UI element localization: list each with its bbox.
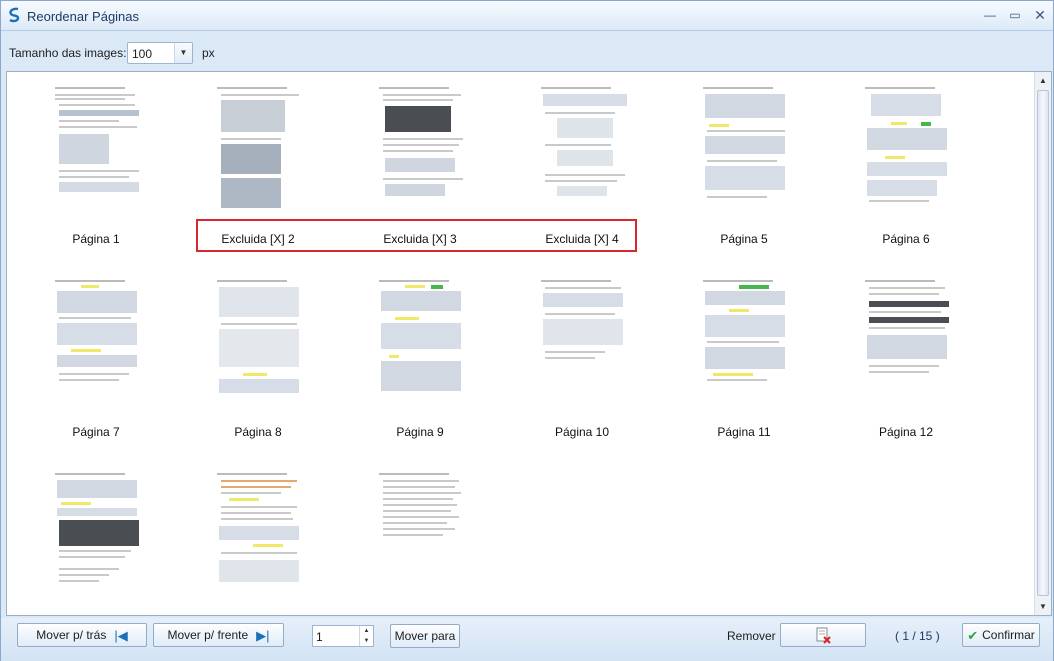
page-thumbnail-grid: Página 1 Excluida [X] 2 Excluida [X] 3 E… (6, 71, 1052, 616)
page-preview (51, 84, 147, 212)
page-label: Página 10 (554, 425, 610, 439)
page-preview (537, 84, 633, 212)
image-size-label: Tamanho das images: (9, 46, 127, 60)
page-preview (51, 470, 147, 598)
excluded-pages-highlight (196, 219, 637, 252)
page-number-stepper[interactable]: 1 ▲ ▼ (312, 625, 374, 647)
image-size-select[interactable]: 100 ▼ (127, 42, 193, 64)
remove-button[interactable] (780, 623, 866, 647)
move-forward-label: Mover p/ frente (167, 628, 249, 642)
scroll-up-icon[interactable]: ▲ (1035, 72, 1051, 89)
image-size-unit: px (202, 46, 215, 60)
page-thumbnail[interactable] (177, 464, 339, 615)
stepper-spin[interactable]: ▲ ▼ (359, 626, 373, 646)
page-label: Página 7 (72, 425, 120, 439)
maximize-icon[interactable]: ▭ (1006, 7, 1024, 23)
page-label: Página 8 (234, 425, 282, 439)
move-back-button[interactable]: Mover p/ trás |◀ (17, 623, 147, 647)
page-label: Página 9 (396, 425, 444, 439)
page-thumbnail[interactable]: Página 7 (15, 271, 177, 461)
window-title: Reordenar Páginas (27, 9, 140, 24)
bottom-action-bar: Mover p/ trás |◀ Mover p/ frente ▶| 1 ▲ ▼ … (1, 618, 1053, 661)
chevron-down-icon[interactable]: ▼ (174, 43, 192, 63)
toolbar: Tamanho das images: 100 ▼ px (1, 32, 1053, 70)
page-label: Página 5 (720, 232, 768, 246)
move-to-label: Mover para (394, 629, 456, 643)
page-preview (375, 84, 471, 212)
page-preview (861, 277, 957, 405)
page-thumbnail[interactable]: Página 5 (663, 78, 825, 268)
scroll-down-icon[interactable]: ▼ (1035, 598, 1051, 615)
page-thumbnail[interactable] (339, 464, 501, 615)
page-thumbnail[interactable]: Página 1 (15, 78, 177, 268)
page-thumbnail[interactable]: Página 6 (825, 78, 987, 268)
page-preview (375, 277, 471, 405)
confirm-button[interactable]: ✔ Confirmar (962, 623, 1040, 647)
move-back-label: Mover p/ trás (36, 628, 107, 642)
page-preview (861, 84, 957, 212)
vertical-scrollbar[interactable]: ▲ ▼ (1034, 72, 1051, 615)
page-thumbnail[interactable]: Página 9 (339, 271, 501, 461)
page-preview (51, 277, 147, 405)
move-to-button[interactable]: Mover para (390, 624, 460, 648)
page-preview (213, 470, 309, 598)
chevron-down-icon[interactable]: ▼ (360, 636, 373, 646)
confirm-label: Confirmar (982, 628, 1035, 642)
page-preview (699, 84, 795, 212)
page-thumbnail[interactable]: Página 8 (177, 271, 339, 461)
close-icon[interactable]: ✕ (1031, 7, 1049, 23)
page-label: Página 1 (72, 232, 120, 246)
remove-label: Remover (727, 629, 776, 643)
skip-forward-icon: ▶| (256, 627, 270, 643)
page-preview (699, 277, 795, 405)
page-preview (213, 84, 309, 212)
delete-page-icon (816, 627, 831, 644)
minimize-icon[interactable]: — (981, 7, 999, 23)
page-thumbnail[interactable]: Página 10 (501, 271, 663, 461)
page-preview (537, 277, 633, 405)
page-thumbnail[interactable]: Página 12 (825, 271, 987, 461)
checkmark-icon: ✔ (967, 627, 979, 643)
chevron-up-icon[interactable]: ▲ (360, 626, 373, 636)
page-number-value: 1 (316, 630, 323, 644)
page-thumbnail[interactable]: Página 11 (663, 271, 825, 461)
image-size-value: 100 (132, 47, 153, 61)
skip-back-icon: |◀ (114, 627, 128, 643)
page-label: Página 11 (717, 425, 771, 439)
page-label: Página 12 (878, 425, 934, 439)
page-counter: ( 1 / 15 ) (895, 629, 940, 643)
page-preview (375, 470, 471, 598)
page-label: Página 6 (882, 232, 930, 246)
scroll-thumb[interactable] (1037, 90, 1049, 596)
reorder-pages-window: Reordenar Páginas — ▭ ✕ Tamanho das imag… (0, 0, 1054, 661)
page-preview (213, 277, 309, 405)
move-forward-button[interactable]: Mover p/ frente ▶| (153, 623, 284, 647)
title-bar: Reordenar Páginas — ▭ ✕ (1, 1, 1053, 31)
page-thumbnail[interactable] (15, 464, 177, 615)
app-logo-icon (9, 7, 20, 23)
